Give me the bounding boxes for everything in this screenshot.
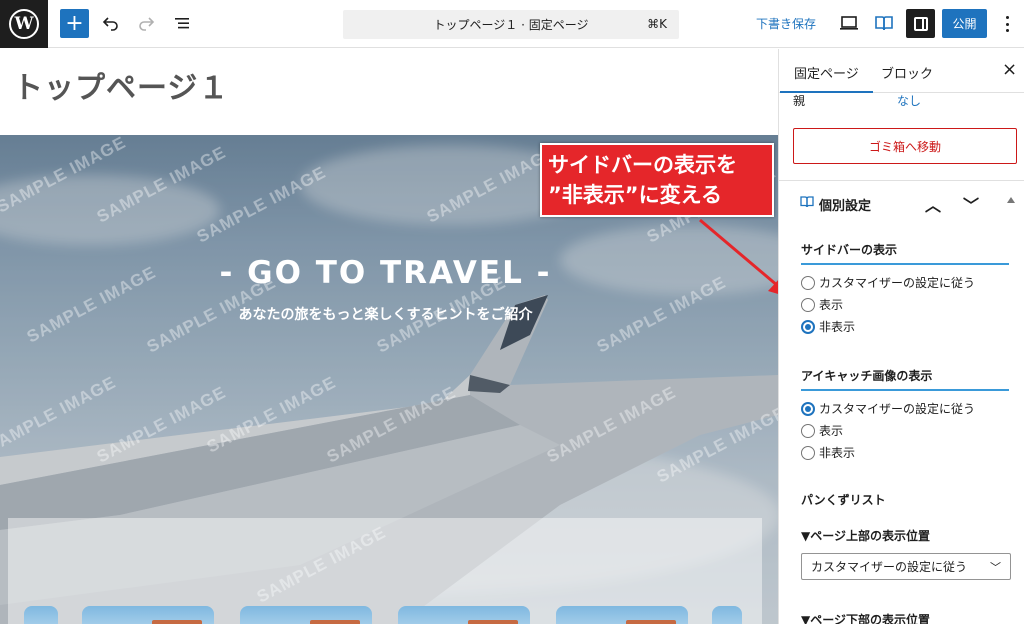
radio-sidebar-show[interactable]: 表示 <box>801 296 843 313</box>
save-draft-button[interactable]: 下書き保存 <box>756 15 816 32</box>
document-overview-button[interactable] <box>169 10 195 36</box>
settings-sidebar-toggle[interactable] <box>906 9 935 38</box>
radio-label: 非表示 <box>819 320 856 334</box>
command-shortcut: ⌘K <box>647 17 667 31</box>
block-editor: W + トップページ１ · 固定ページ ⌘K 下書き保存 公開 トップページ１ … <box>0 0 1024 624</box>
breadcrumb-top-position-select[interactable]: カスタマイザーの設定に従う ﹀ <box>801 553 1011 580</box>
preview-button[interactable] <box>836 10 862 36</box>
settings-sidebar: 固定ページ ブロック × 親 なし ゴミ箱へ移動 個別設定 ︿ ﹀ サイドバーの… <box>778 49 1024 624</box>
chevron-up-icon[interactable]: ︿ <box>925 192 941 216</box>
sidebar-icon <box>913 16 928 31</box>
editor-canvas[interactable]: トップページ１ SAMPLE IMAGE SAMPLE IMAGE SAMPLE… <box>0 49 778 624</box>
chevron-down-icon[interactable]: ﹀ <box>963 192 979 216</box>
eyecatch-display-title: アイキャッチ画像の表示 <box>801 367 1009 391</box>
post-card[interactable] <box>398 606 530 624</box>
annotation-line-2: ”非表示”に変える <box>548 183 722 207</box>
hero-subtitle[interactable]: あなたの旅をもっと楽しくするヒントをご紹介 <box>0 304 771 324</box>
annotation-line-1: サイドバーの表示を <box>548 153 737 177</box>
redo-icon <box>139 17 155 31</box>
undo-icon <box>102 17 118 31</box>
radio-button[interactable] <box>801 275 815 290</box>
post-card[interactable] <box>556 606 688 624</box>
radio-label: 表示 <box>819 298 844 312</box>
post-card[interactable] <box>712 606 742 624</box>
radio-button[interactable] <box>801 445 815 460</box>
post-card[interactable] <box>240 606 372 624</box>
breadcrumb-bottom-position-label: ▼ページ下部の表示位置 <box>801 613 930 624</box>
top-toolbar: W + トップページ１ · 固定ページ ⌘K 下書き保存 公開 <box>0 0 1024 48</box>
book-icon <box>875 16 893 31</box>
custom-settings-button[interactable] <box>871 10 897 36</box>
radio-button-checked[interactable] <box>801 319 815 334</box>
select-value: カスタマイザーの設定に従う <box>811 560 968 574</box>
radio-eyecatch-show[interactable]: 表示 <box>801 422 843 439</box>
document-bar[interactable]: トップページ１ · 固定ページ ⌘K <box>343 10 679 39</box>
radio-label: カスタマイザーの設定に従う <box>819 402 976 416</box>
radio-eyecatch-hide[interactable]: 非表示 <box>801 444 855 461</box>
collapse-toggle-icon[interactable] <box>1007 197 1015 203</box>
panel-title: 個別設定 <box>819 199 872 214</box>
radio-button[interactable] <box>801 297 815 312</box>
desktop-preview-icon <box>840 16 858 30</box>
page-title[interactable]: トップページ１ <box>13 63 229 107</box>
wordpress-logo-button[interactable]: W <box>0 0 48 48</box>
radio-sidebar-hide[interactable]: 非表示 <box>801 318 855 335</box>
breadcrumb-top-position-label: ▼ページ上部の表示位置 <box>801 529 930 543</box>
list-view-icon <box>175 18 189 29</box>
chevron-down-icon: ﹀ <box>990 561 1001 574</box>
parent-label: 親 <box>793 94 806 108</box>
publish-button[interactable]: 公開 <box>942 9 987 38</box>
wordpress-logo-icon: W <box>9 9 39 39</box>
radio-label: カスタマイザーの設定に従う <box>819 276 976 290</box>
post-card[interactable] <box>24 606 58 624</box>
add-block-button[interactable]: + <box>60 9 89 38</box>
radio-button-checked[interactable] <box>801 401 815 416</box>
tab-block[interactable]: ブロック <box>881 63 933 82</box>
radio-button[interactable] <box>801 423 815 438</box>
custom-settings-panel-header[interactable]: 個別設定 ︿ ﹀ <box>779 181 1024 225</box>
parent-page-link[interactable]: なし <box>897 92 921 109</box>
redo-button[interactable] <box>133 10 159 36</box>
document-title: トップページ１ · 固定ページ <box>433 18 589 32</box>
sidebar-tabs: 固定ページ ブロック × <box>779 49 1024 93</box>
move-to-trash-button[interactable]: ゴミ箱へ移動 <box>793 128 1017 164</box>
radio-eyecatch-customizer[interactable]: カスタマイザーの設定に従う <box>801 400 975 417</box>
annotation-callout: サイドバーの表示を ”非表示”に変える <box>540 143 774 217</box>
tab-page[interactable]: 固定ページ <box>780 63 873 93</box>
sidebar-display-title: サイドバーの表示 <box>801 241 1009 265</box>
book-icon <box>800 196 814 208</box>
undo-button[interactable] <box>98 10 124 36</box>
radio-label: 表示 <box>819 424 844 438</box>
close-icon[interactable]: × <box>1002 59 1017 80</box>
radio-label: 非表示 <box>819 446 856 460</box>
more-options-icon[interactable] <box>1000 13 1014 35</box>
post-card[interactable] <box>82 606 214 624</box>
breadcrumb-title: パンくずリスト <box>801 493 886 507</box>
radio-sidebar-customizer[interactable]: カスタマイザーの設定に従う <box>801 274 975 291</box>
hero-title[interactable]: - GO TO TRAVEL - <box>0 255 771 291</box>
